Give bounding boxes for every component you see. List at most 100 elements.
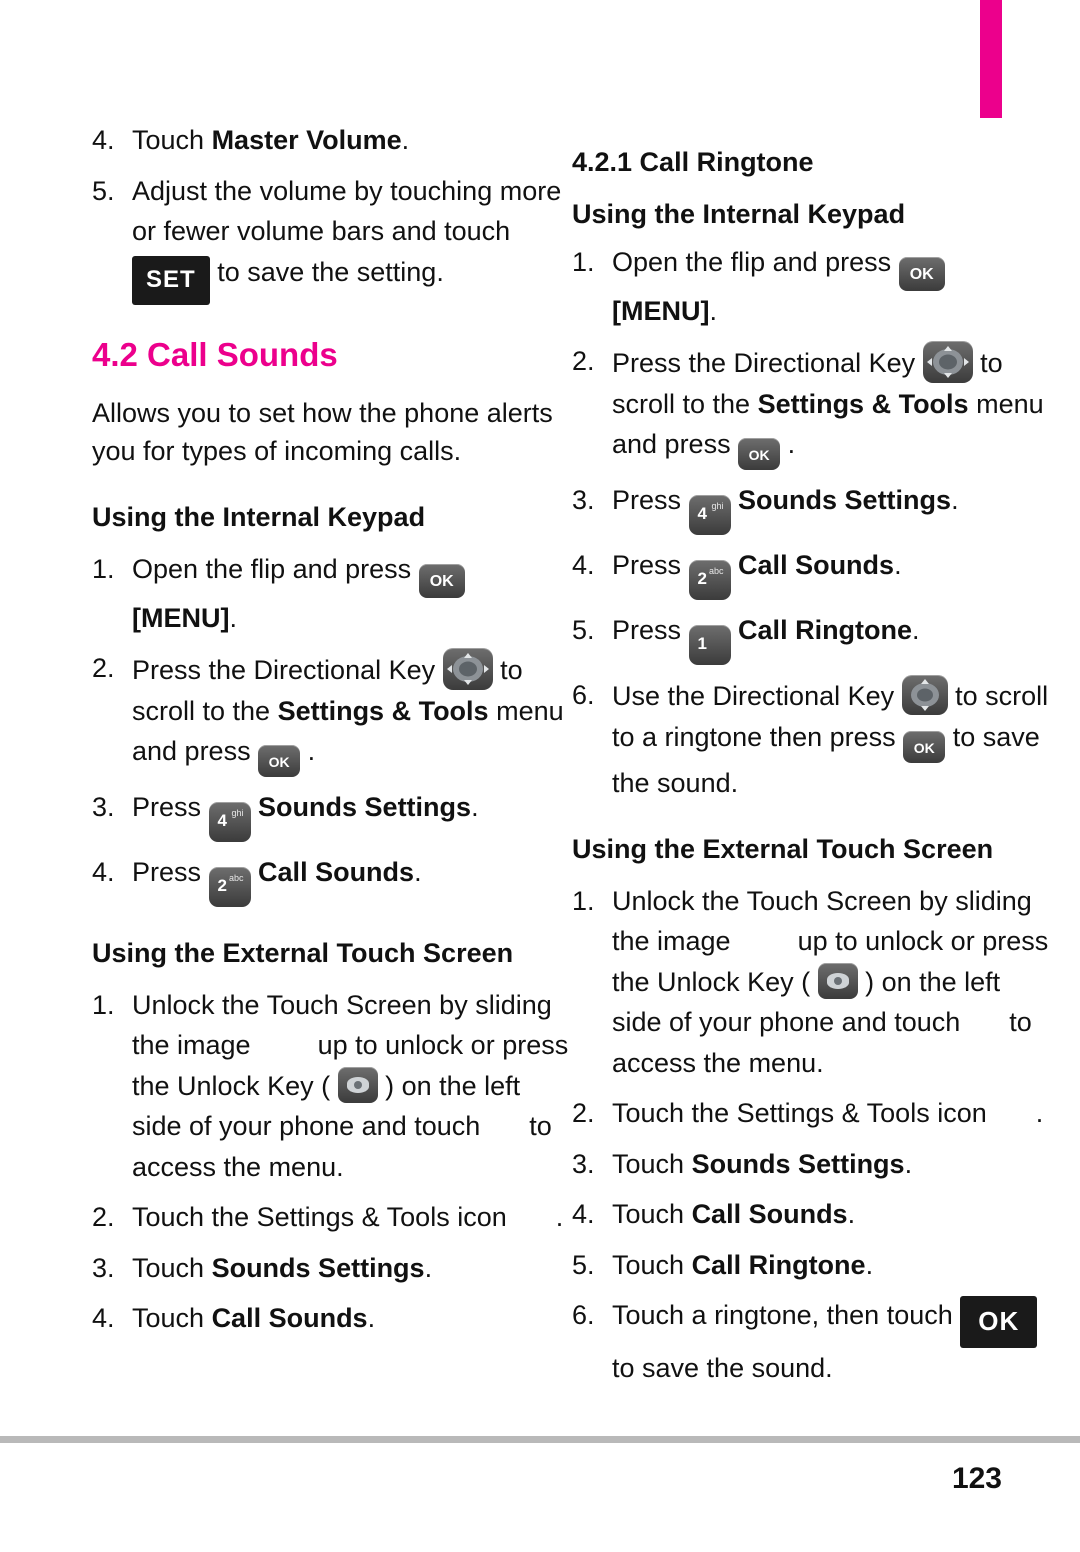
page-content: 4. Touch Master Volume. 5. Adjust the volu… (0, 120, 1080, 1420)
step-number: 5. (92, 175, 115, 206)
number-key-2-icon: 2 abc (688, 560, 731, 600)
step-bold: Sounds Settings (738, 485, 952, 515)
step-number: 3. (572, 485, 595, 515)
step-text-tail: . (951, 485, 959, 515)
step-number: 1. (572, 246, 595, 277)
number-key-1-icon: 1 (688, 625, 731, 665)
step-text-tail: . (709, 295, 717, 326)
step-text (251, 792, 259, 822)
list-item: 5. Adjust the volume by touching more or … (92, 171, 572, 305)
list-item: 6. Touch a ringtone, then touch OK to sav… (572, 1295, 1052, 1389)
key-letters: ghi (231, 808, 244, 818)
step-bold: [MENU] (132, 602, 230, 633)
step-text-tail: . (300, 736, 316, 766)
subhead-internal-keypad: Using the Internal Keypad (92, 501, 426, 532)
list-item: 4. Press 2 abc Call Sounds. (92, 852, 572, 907)
step-text-tail: . (847, 1199, 856, 1230)
step-number: 1. (92, 989, 115, 1020)
list-item: 5. Press 1 Call Ringtone. (572, 610, 1052, 665)
step-text-tail: . (865, 1249, 874, 1280)
right-internal-steps: 1. Open the flip and press OK [MENU]. 2. P… (572, 242, 1052, 804)
list-item: 1. Open the flip and press OK [MENU]. (572, 242, 1052, 332)
ok-key-icon: OK (903, 730, 946, 763)
step-text: Touch a ringtone, then touch (612, 1300, 961, 1331)
key-digit: 4 (217, 811, 227, 830)
step-text (731, 615, 739, 645)
list-item: 4. Touch Call Sounds. (572, 1194, 1052, 1235)
menu-icon-placeholder (968, 1011, 1002, 1031)
subhead-external-touch-screen: Using the External Touch Screen (92, 938, 514, 968)
step-number: 6. (572, 680, 595, 710)
footer-divider (0, 1436, 1080, 1443)
step-bold: Call Sounds (691, 1199, 848, 1230)
step-text: Press the Directional Key (132, 655, 443, 685)
list-item: 3. Touch Sounds Settings. (92, 1248, 572, 1289)
left-column: 4. Touch Master Volume. 5. Adjust the volu… (92, 120, 572, 1420)
list-item: 3. Touch Sounds Settings. (572, 1144, 1052, 1185)
key-digit: 4 (697, 504, 707, 523)
step-text: Touch (612, 1199, 692, 1230)
step-bold: [MENU] (612, 295, 710, 326)
list-item: 3. Press 4 ghi Sounds Settings. (92, 787, 572, 842)
step-number: 3. (572, 1148, 595, 1179)
step-bold: Sounds Settings (211, 1252, 425, 1283)
slider-image-placeholder (738, 930, 790, 950)
step-bold: Call Ringtone (738, 615, 913, 645)
step-text: Adjust the volume by touching more or fe… (132, 175, 562, 247)
step-text-tail: . (780, 429, 796, 459)
step-text: Open the flip and press (612, 246, 899, 277)
step-text-tail: . (912, 615, 920, 645)
step-number: 5. (572, 1249, 595, 1280)
step-text: Press (612, 550, 689, 580)
settings-tools-icon-placeholder (514, 1206, 548, 1226)
list-item: 1. Unlock the Touch Screen by sliding the… (92, 985, 572, 1188)
step-number: 5. (572, 615, 595, 645)
step-text: Touch (612, 1249, 692, 1280)
directional-key-icon (922, 341, 973, 383)
unlock-key-icon (817, 962, 858, 999)
step-text: Touch (132, 125, 212, 155)
step-number: 4. (572, 550, 595, 580)
step-bold: Call Sounds (211, 1303, 368, 1334)
step-text: Touch the Settings & Tools icon (132, 1202, 515, 1233)
step-number: 3. (92, 792, 115, 822)
key-digit: 2 (697, 569, 707, 588)
step-bold: Master Volume (211, 125, 402, 155)
step-text: Touch (132, 1303, 212, 1334)
step-number: 3. (92, 1252, 115, 1283)
step-text: Press (612, 615, 689, 645)
list-item: 2. Press the Directional Key to scroll to… (572, 341, 1052, 470)
list-item: 1. Open the flip and press OK [MENU]. (92, 549, 572, 639)
step-text-tail: to save the setting. (209, 256, 444, 287)
menu-icon-placeholder (488, 1115, 522, 1135)
key-letters: abc (229, 873, 244, 883)
subhead-external-touch-screen: Using the External Touch Screen (572, 834, 994, 864)
number-key-4-icon: 4 ghi (688, 495, 731, 535)
key-letters: ghi (711, 501, 724, 511)
step-text (731, 485, 739, 515)
step-bold: Call Sounds (738, 550, 895, 580)
step-number: 4. (572, 1199, 595, 1230)
step-text-tail: . (1028, 1098, 1044, 1129)
list-item: 4. Touch Master Volume. (92, 120, 572, 161)
key-digit: 1 (697, 634, 707, 653)
step-text: Press (132, 792, 209, 822)
ok-key-icon: OK (418, 563, 465, 598)
page-edge-tab (980, 0, 1002, 118)
step-bold: Call Ringtone (691, 1249, 866, 1280)
list-item: 4. Touch Call Sounds. (92, 1298, 572, 1339)
step-bold: Settings & Tools (277, 695, 489, 726)
key-letters: abc (709, 566, 724, 576)
section-title-call-ringtone: 4.2.1 Call Ringtone (572, 147, 814, 177)
section-title-call-sounds: 4.2 Call Sounds (92, 335, 338, 373)
step-text: Touch (612, 1148, 692, 1179)
list-item: 6. Use the Directional Key to scroll to a… (572, 675, 1052, 803)
left-external-steps: 1. Unlock the Touch Screen by sliding the… (92, 985, 572, 1339)
step-bold: Call Sounds (258, 857, 415, 887)
directional-key-icon (442, 648, 493, 690)
list-item: 3. Press 4 ghi Sounds Settings. (572, 480, 1052, 535)
step-text: Press (612, 485, 689, 515)
step-number: 2. (572, 1098, 595, 1129)
step-text: Open the flip and press (132, 553, 419, 584)
step-text (731, 550, 739, 580)
